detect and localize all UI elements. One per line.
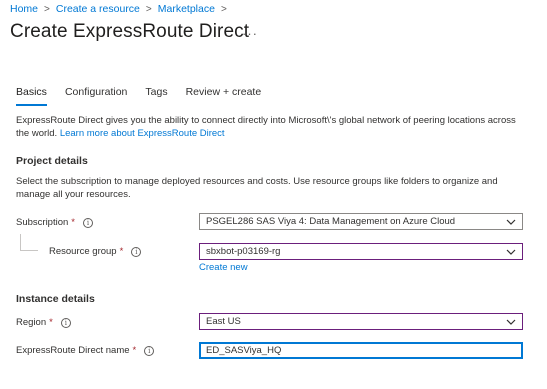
region-select[interactable]: East US xyxy=(199,313,523,330)
tab-bar: Basics Configuration Tags Review + creat… xyxy=(16,86,279,106)
tab-configuration[interactable]: Configuration xyxy=(65,86,127,106)
name-label-text: ExpressRoute Direct name xyxy=(16,345,130,356)
required-marker: * xyxy=(132,345,137,356)
breadcrumb-create-resource[interactable]: Create a resource xyxy=(56,3,140,15)
breadcrumb-marketplace[interactable]: Marketplace xyxy=(158,3,215,15)
name-label: ExpressRoute Direct name * i xyxy=(16,345,155,356)
intro-text: ExpressRoute Direct gives you the abilit… xyxy=(16,114,531,140)
instance-details-title: Instance details xyxy=(16,293,95,305)
info-icon[interactable]: i xyxy=(144,345,155,356)
region-value: East US xyxy=(206,316,241,327)
more-icon[interactable]: ··· xyxy=(242,26,258,41)
breadcrumb: Home > Create a resource > Marketplace > xyxy=(10,3,233,15)
subscription-value: PSGEL286 SAS Viya 4: Data Management on … xyxy=(206,216,456,227)
breadcrumb-separator: > xyxy=(220,3,227,15)
tab-review-create[interactable]: Review + create xyxy=(186,86,262,106)
chevron-down-icon xyxy=(506,249,516,255)
chevron-down-icon xyxy=(506,219,516,225)
breadcrumb-home[interactable]: Home xyxy=(10,3,38,15)
breadcrumb-separator: > xyxy=(145,3,152,15)
required-marker: * xyxy=(119,246,124,257)
expressroute-name-input[interactable]: ED_SASViya_HQ xyxy=(199,342,523,359)
info-icon[interactable]: i xyxy=(60,317,71,328)
project-details-title: Project details xyxy=(16,155,88,167)
breadcrumb-separator: > xyxy=(44,3,50,15)
subscription-select[interactable]: PSGEL286 SAS Viya 4: Data Management on … xyxy=(199,213,523,230)
region-label: Region * i xyxy=(16,317,71,328)
project-details-description: Select the subscription to manage deploy… xyxy=(16,176,498,200)
resource-group-label-text: Resource group xyxy=(49,246,117,257)
tree-connector xyxy=(20,234,21,250)
required-marker: * xyxy=(49,317,53,328)
chevron-down-icon xyxy=(506,319,516,325)
region-label-text: Region xyxy=(16,317,47,328)
resource-group-select[interactable]: sbxbot-p03169-rg xyxy=(199,243,523,260)
resource-group-value: sbxbot-p03169-rg xyxy=(206,246,281,257)
subscription-label-text: Subscription xyxy=(16,217,69,228)
required-marker: * xyxy=(71,217,75,228)
info-icon[interactable]: i xyxy=(82,217,93,228)
page-title: Create ExpressRoute Direct xyxy=(10,21,250,42)
tab-tags[interactable]: Tags xyxy=(145,86,167,106)
expressroute-name-value: ED_SASViya_HQ xyxy=(206,345,282,356)
tree-connector xyxy=(20,250,38,251)
info-icon[interactable]: i xyxy=(131,246,142,257)
tab-basics[interactable]: Basics xyxy=(16,86,47,106)
resource-group-label: Resource group * i xyxy=(49,246,142,257)
create-new-link[interactable]: Create new xyxy=(199,262,248,273)
learn-more-link[interactable]: Learn more about ExpressRoute Direct xyxy=(60,128,225,139)
subscription-label: Subscription * i xyxy=(16,217,93,228)
